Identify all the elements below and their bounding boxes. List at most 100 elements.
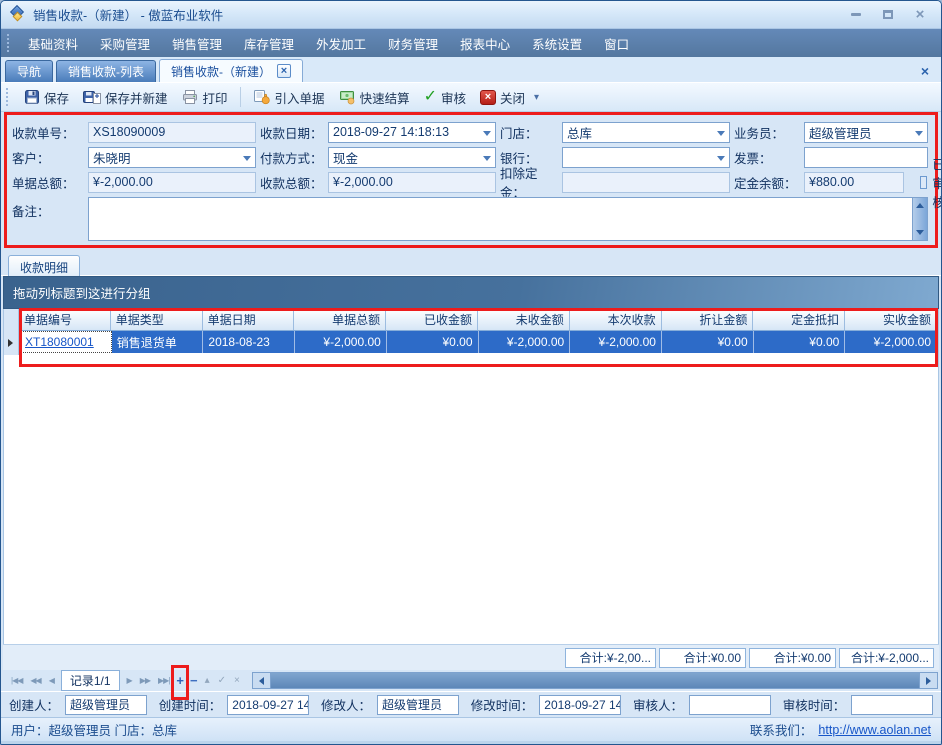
store-value: 总库 — [567, 123, 592, 142]
menu-item-1[interactable]: 采购管理 — [89, 30, 161, 57]
save-label: 保存 — [44, 88, 69, 107]
close-button[interactable]: × — [911, 7, 929, 23]
creator-field[interactable]: 超级管理员 — [65, 695, 147, 715]
row-cell-0[interactable]: XT18080001 — [19, 331, 112, 353]
deposit-balance-value: ¥880.00 — [809, 175, 854, 189]
create-time-field[interactable]: 2018-09-27 14 — [227, 695, 309, 715]
nav-next-page-button[interactable]: ▶▶ — [136, 676, 154, 685]
save-and-new-icon — [83, 89, 101, 105]
import-document-button[interactable]: 引入单据 — [247, 85, 331, 110]
menu-item-3[interactable]: 库存管理 — [233, 30, 305, 57]
website-link[interactable]: http://www.aolan.net — [818, 723, 931, 737]
column-header-4[interactable]: 已收金额 — [386, 309, 478, 330]
save-button[interactable]: 保存 — [18, 85, 75, 110]
menu-item-8[interactable]: 窗口 — [593, 30, 640, 57]
column-header-6[interactable]: 本次收款 — [570, 309, 662, 330]
menu-item-0[interactable]: 基础资料 — [17, 30, 89, 57]
document-tabbar: 导航 销售收款-列表 销售收款-（新建） × × — [1, 57, 941, 83]
post-edit-button[interactable]: ✓ — [214, 675, 230, 686]
table-row[interactable]: XT18080001销售退货单2018-08-23¥-2,000.00¥0.00… — [19, 331, 937, 353]
document-link[interactable]: XT18080001 — [25, 335, 94, 349]
modifier-field[interactable]: 超级管理员 — [377, 695, 459, 715]
remark-field[interactable] — [88, 197, 928, 241]
dropdown-arrow-icon[interactable] — [717, 156, 725, 161]
column-header-1[interactable]: 单据类型 — [111, 309, 203, 330]
audit-time-label: 审核时间： — [783, 695, 846, 714]
deposit-balance-field: ¥880.00 — [804, 172, 904, 193]
creator-label: 创建人： — [9, 695, 59, 714]
delete-row-button[interactable]: − — [187, 673, 201, 688]
audit-time-field[interactable] — [851, 695, 933, 715]
menu-item-2[interactable]: 销售管理 — [161, 30, 233, 57]
auditor-label: 审核人： — [633, 695, 683, 714]
contact-label: 联系我们： — [750, 720, 813, 739]
nav-prev-button[interactable]: ◀ — [45, 676, 58, 685]
cancel-edit-button[interactable]: × — [230, 675, 244, 686]
nav-last-button[interactable]: ▶▶| — [154, 676, 173, 685]
customer-field[interactable]: 朱晓明 — [88, 147, 256, 168]
dropdown-arrow-icon[interactable] — [483, 131, 491, 136]
doc-total-label: 单据总额： — [12, 173, 84, 192]
tabbar-close-icon[interactable]: × — [915, 63, 935, 79]
column-header-7[interactable]: 折让金额 — [662, 309, 754, 330]
doc-total-value: ¥-2,000.00 — [93, 175, 153, 189]
append-row-button[interactable]: + — [173, 673, 187, 688]
quick-settle-button[interactable]: 快速结算 — [333, 85, 416, 110]
import-document-label: 引入单据 — [275, 88, 325, 107]
menu-item-4[interactable]: 外发加工 — [305, 30, 377, 57]
column-header-2[interactable]: 单据日期 — [203, 309, 295, 330]
edit-row-button[interactable]: ▴ — [201, 675, 214, 686]
maximize-button[interactable] — [879, 7, 897, 23]
group-by-panel[interactable]: 拖动列标题到这进行分组 — [3, 276, 939, 309]
dropdown-arrow-icon[interactable] — [717, 131, 725, 136]
salesman-field[interactable]: 超级管理员 — [804, 122, 928, 143]
deduct-deposit-field — [562, 172, 730, 193]
column-header-0[interactable]: 单据编号 — [19, 309, 111, 330]
invoice-field[interactable] — [804, 147, 928, 168]
modify-time-field[interactable]: 2018-09-27 14 — [539, 695, 621, 715]
menu-item-7[interactable]: 系统设置 — [521, 30, 593, 57]
menu-item-6[interactable]: 报表中心 — [449, 30, 521, 57]
minimize-button[interactable] — [847, 7, 865, 23]
column-header-3[interactable]: 单据总额 — [294, 309, 386, 330]
audit-button[interactable]: ✓ 审核 — [418, 85, 472, 110]
menu-item-5[interactable]: 财务管理 — [377, 30, 449, 57]
bank-field[interactable] — [562, 147, 730, 168]
remark-scrollbar[interactable] — [912, 198, 927, 240]
column-header-5[interactable]: 未收金额 — [478, 309, 570, 330]
column-header-8[interactable]: 定金抵扣 — [753, 309, 845, 330]
row-cell-9: ¥-2,000.00 — [845, 331, 937, 353]
row-cell-7: ¥0.00 — [662, 331, 754, 353]
dropdown-arrow-icon[interactable] — [483, 156, 491, 161]
tab-sales-receipt-new[interactable]: 销售收款-（新建） × — [159, 59, 303, 82]
column-header-9[interactable]: 实收金额 — [845, 309, 937, 330]
close-dropdown-icon[interactable]: ▾ — [529, 92, 544, 103]
receipt-no-label: 收款单号： — [12, 123, 84, 142]
horizontal-scrollbar[interactable] — [252, 672, 938, 689]
scroll-up-icon[interactable] — [916, 203, 924, 208]
scroll-right-button[interactable] — [920, 673, 937, 688]
tab-navigation[interactable]: 导航 — [5, 60, 53, 82]
tab-close-icon[interactable]: × — [277, 64, 291, 78]
close-doc-button[interactable]: × 关闭 ▾ — [474, 85, 550, 110]
nav-prev-page-button[interactable]: ◀◀ — [26, 676, 44, 685]
window-controls: × — [847, 7, 933, 23]
tab-sales-receipt-list[interactable]: 销售收款-列表 — [56, 60, 156, 82]
nav-first-button[interactable]: |◀◀ — [7, 676, 26, 685]
table-header-row: 单据编号单据类型单据日期单据总额已收金额未收金额本次收款折让金额定金抵扣实收金额 — [19, 309, 937, 331]
dropdown-arrow-icon[interactable] — [243, 156, 251, 161]
save-and-new-button[interactable]: 保存并新建 — [77, 85, 174, 110]
store-field[interactable]: 总库 — [562, 122, 730, 143]
scrollbar-thumb[interactable] — [270, 673, 920, 688]
scroll-left-button[interactable] — [253, 673, 270, 688]
deduct-deposit-label: 扣除定金： — [500, 163, 558, 201]
dropdown-arrow-icon[interactable] — [915, 131, 923, 136]
scroll-down-icon[interactable] — [916, 230, 924, 235]
pay-method-field[interactable]: 现金 — [328, 147, 496, 168]
nav-next-button[interactable]: ▶ — [123, 676, 136, 685]
receipt-date-field[interactable]: 2018-09-27 14:18:13 — [328, 122, 496, 143]
print-button[interactable]: 打印 — [176, 85, 234, 110]
totals-row: 合计:¥-2,00...合计:¥0.00合计:¥0.00合计:¥-2,000..… — [3, 644, 939, 670]
tab-label: 销售收款-列表 — [68, 63, 144, 80]
auditor-field[interactable] — [689, 695, 771, 715]
